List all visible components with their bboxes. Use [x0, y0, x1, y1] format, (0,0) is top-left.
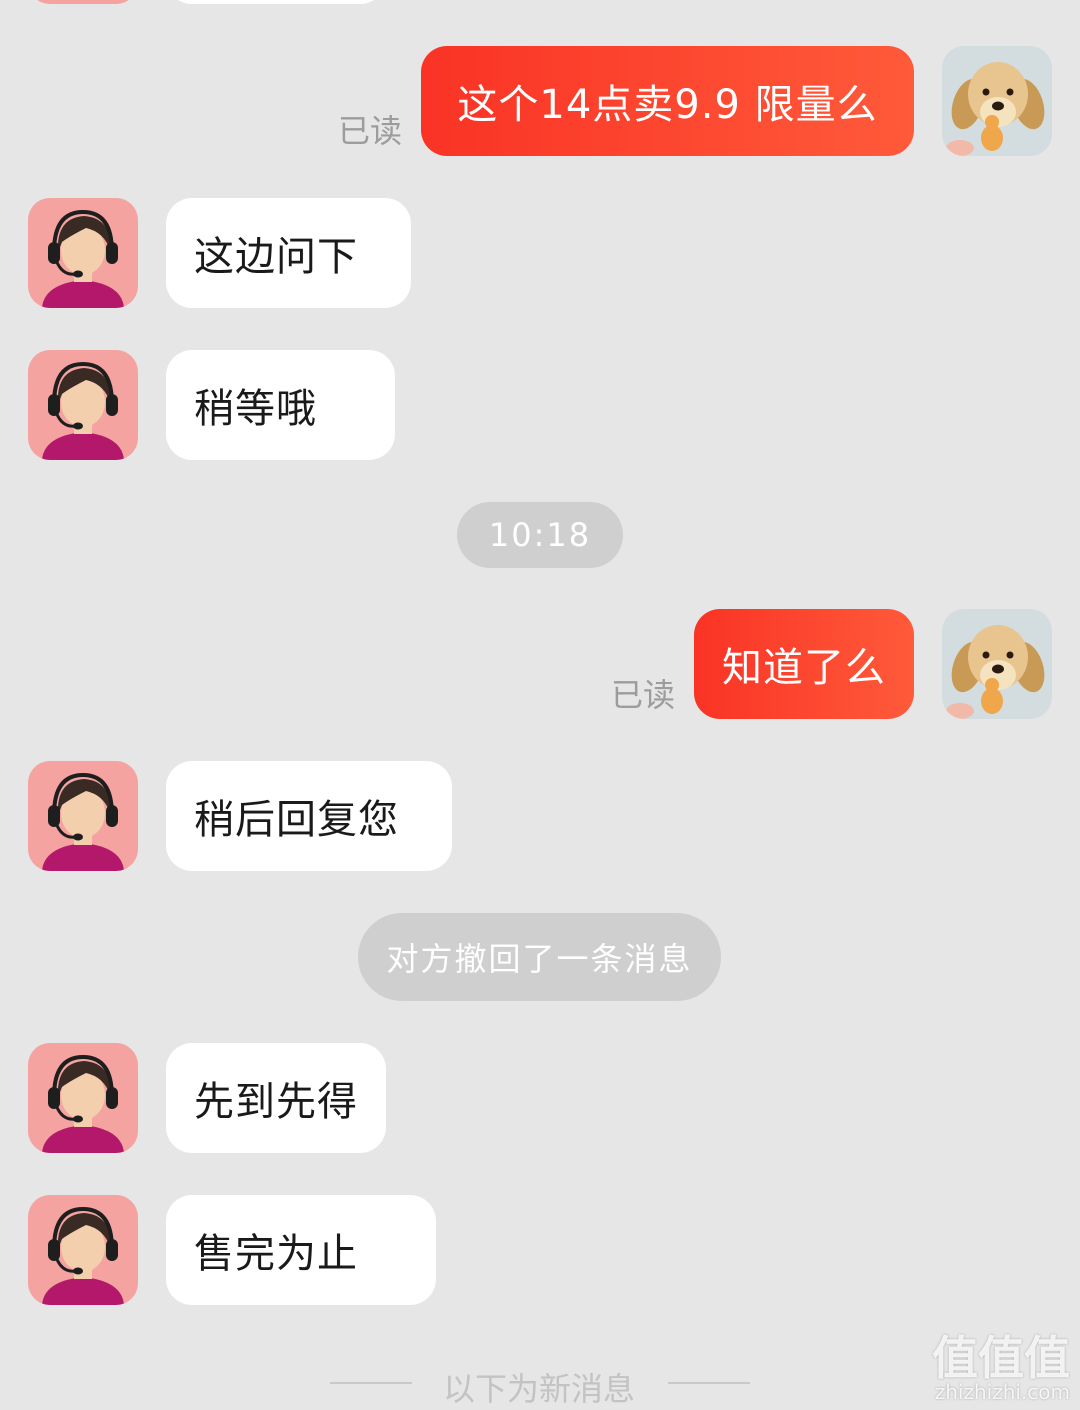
customer-service-agent-icon	[28, 198, 138, 308]
recall-notice: 对方撤回了一条消息	[358, 913, 721, 1001]
new-messages-divider: 以下为新消息	[443, 1370, 636, 1408]
outgoing-message-bubble[interactable]: 知道了么	[694, 609, 914, 719]
previous-message-remnant	[28, 0, 138, 4]
user-avatar[interactable]	[942, 609, 1052, 719]
previous-bubble-remnant	[166, 0, 386, 4]
incoming-message-bubble[interactable]: 稍后回复您	[166, 761, 452, 871]
agent-avatar[interactable]	[28, 350, 138, 460]
divider-line-right	[668, 1382, 750, 1384]
chat-conversation[interactable]: 这个14点卖9.9 限量么 已读 这边问下 稍等哦 10:18 知道了么 已读 …	[0, 0, 1080, 1410]
agent-avatar[interactable]	[28, 1043, 138, 1153]
user-avatar[interactable]	[942, 46, 1052, 156]
incoming-message-bubble[interactable]: 这边问下	[166, 198, 411, 308]
customer-service-agent-icon	[28, 761, 138, 871]
incoming-message-bubble[interactable]: 稍等哦	[166, 350, 395, 460]
incoming-message-bubble[interactable]: 售完为止	[166, 1195, 436, 1305]
agent-avatar[interactable]	[28, 761, 138, 871]
customer-service-agent-icon	[28, 1043, 138, 1153]
timestamp-pill: 10:18	[457, 502, 623, 568]
agent-avatar[interactable]	[28, 198, 138, 308]
read-status: 已读	[338, 112, 403, 150]
divider-line-left	[330, 1382, 412, 1384]
agent-avatar[interactable]	[28, 1195, 138, 1305]
watermark-site: zhizhizhi.com	[934, 1380, 1070, 1404]
golden-retriever-photo	[942, 609, 1052, 719]
read-status: 已读	[611, 676, 676, 714]
customer-service-agent-icon	[28, 350, 138, 460]
golden-retriever-photo	[942, 46, 1052, 156]
customer-service-agent-icon	[28, 1195, 138, 1305]
outgoing-message-bubble[interactable]: 这个14点卖9.9 限量么	[421, 46, 914, 156]
watermark-logo: 值值值	[932, 1331, 1070, 1385]
incoming-message-bubble[interactable]: 先到先得	[166, 1043, 386, 1153]
